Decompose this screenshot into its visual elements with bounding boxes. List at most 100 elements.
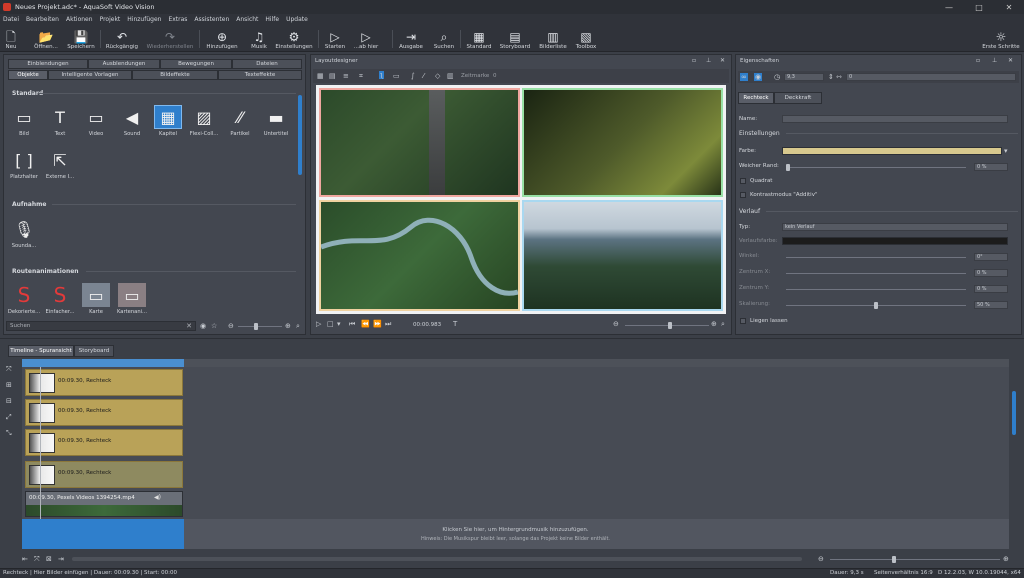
soft-edge-field[interactable]: 0 % [974, 163, 1008, 171]
add-button[interactable]: ⊕ Hinzufügen [204, 26, 240, 51]
tool-externe-import[interactable]: ⇱ Externe I... [43, 148, 77, 181]
keyframe-icon[interactable]: ◇ [435, 72, 440, 80]
menu-assistenten[interactable]: Assistenten [194, 16, 229, 23]
props-pin-icon[interactable]: ⊥ [992, 57, 997, 64]
fit-icon[interactable]: ⤧ [6, 365, 12, 373]
group-icon[interactable]: ⊞ [6, 381, 12, 389]
panel-pin-icon[interactable]: ⊥ [706, 57, 711, 64]
clip-rechteck-1[interactable]: 00:09.30, Rechteck [25, 369, 183, 396]
tab-bildeffekte[interactable]: Bildeffekte [132, 70, 218, 80]
tool-partikel[interactable]: ⁄⁄ Partikel [223, 105, 257, 138]
grid-icon[interactable]: ▦ [317, 72, 324, 80]
color-dropdown-icon[interactable]: ▾ [1004, 147, 1008, 155]
tab-rechteck[interactable]: Rechteck [738, 92, 774, 104]
panel-close-icon[interactable]: ✕ [720, 57, 725, 64]
eye-icon[interactable]: ◉ [200, 322, 206, 330]
type-select[interactable]: kein Verlauf [782, 223, 1008, 231]
ungroup-icon[interactable]: ⊟ [6, 397, 12, 405]
output-button[interactable]: ⇥ Ausgabe [397, 26, 425, 51]
timeline-zoom-knob[interactable] [892, 556, 896, 563]
tab-objekte[interactable]: Objekte [8, 70, 48, 80]
tool-platzhalter[interactable]: [ ] Platzhalter [7, 148, 41, 181]
soft-edge-knob[interactable] [786, 164, 790, 171]
timeline-ruler[interactable] [22, 359, 1009, 367]
toolbox-scrollbar[interactable] [298, 95, 302, 175]
center-y-field[interactable]: 0 % [974, 285, 1008, 293]
timeline-select-icon[interactable]: ⊠ [46, 555, 52, 563]
music-button[interactable]: ♫ Musik [248, 26, 270, 51]
tab-bewegungen[interactable]: Bewegungen [160, 59, 232, 69]
tool-flexi-collage[interactable]: ▨ Flexi-Coll... [187, 105, 221, 138]
timeline-vertical-scrollbar[interactable] [1012, 391, 1016, 435]
preview-search-icon[interactable]: ⌕ [721, 320, 725, 328]
preview-zoom-out-icon[interactable]: ⊖ [613, 320, 619, 328]
stop-icon[interactable]: □ [327, 320, 334, 328]
duration-field[interactable]: 9,3 [784, 73, 824, 81]
snap-icon[interactable]: ⌗ [359, 72, 363, 80]
panel-minimize-icon[interactable]: ▫ [692, 57, 696, 64]
align-icon[interactable]: ▤ [329, 72, 336, 80]
tab-texteffekte[interactable]: Texteffekte [218, 70, 302, 80]
tool-einfache-route[interactable]: S Einfacher... [43, 283, 77, 315]
timeline-end-icon[interactable]: ⇥ [58, 555, 64, 563]
tab-intelligente-vorlagen[interactable]: Intelligente Vorlagen [48, 70, 132, 80]
play-from-here-button[interactable]: ▷ ...ab hier [352, 26, 380, 51]
collapse-icon[interactable]: ⤡ [6, 429, 12, 437]
clip-video[interactable]: 00:09.30, Pexels Videos 1394254.mp4 ◀) [25, 491, 183, 517]
tool-dekorierte-route[interactable]: S Dekorierte... [7, 283, 41, 315]
spin-icon[interactable]: ⇕ [828, 73, 834, 81]
distribute-icon[interactable]: ≡ [343, 72, 349, 80]
tool-kapitel[interactable]: ▦ Kapitel [151, 105, 185, 137]
clear-search-icon[interactable]: ✕ [186, 322, 192, 330]
center-x-field[interactable]: 0 % [974, 269, 1008, 277]
expand-icon[interactable]: ⤢ [6, 413, 12, 421]
menu-aktionen[interactable]: Aktionen [66, 16, 93, 23]
menu-bearbeiten[interactable]: Bearbeiten [26, 16, 59, 23]
preview-zoom-slider[interactable] [625, 325, 709, 326]
menu-datei[interactable]: Datei [3, 16, 19, 23]
maximize-button[interactable]: □ [964, 0, 994, 14]
toolbox-button[interactable]: ▧ Toolbox [573, 26, 599, 51]
curve-icon[interactable]: ∫ [411, 72, 415, 80]
timeline-zoom-out-icon[interactable]: ⊖ [818, 555, 824, 563]
timeline-start-icon[interactable]: ⇤ [22, 555, 28, 563]
start-button[interactable]: ▷ Starten [323, 26, 347, 51]
timeline-horizontal-scrollbar[interactable] [72, 557, 802, 561]
gradient-color-swatch[interactable] [782, 237, 1008, 245]
zoom-in-icon[interactable]: ⊕ [285, 322, 291, 330]
search-button[interactable]: ⌕ Suchen [432, 26, 456, 51]
timeline-zoom-in-icon[interactable]: ⊕ [1003, 555, 1009, 563]
search-zoom-icon[interactable]: ⌕ [296, 322, 300, 330]
open-button[interactable]: 📂 Öffnen... [32, 26, 60, 51]
tool-untertitel[interactable]: ▬ Untertitel [259, 105, 293, 138]
image-list-button[interactable]: ▥ Bilderliste [537, 26, 569, 51]
props-minimize-icon[interactable]: ▫ [976, 57, 980, 64]
clip-rechteck-3[interactable]: 00:09.30, Rechteck [25, 429, 183, 456]
tool-karte[interactable]: ▭ Karte [79, 283, 113, 315]
timeline-zoom-slider[interactable] [830, 559, 1000, 560]
square-checkbox[interactable] [740, 178, 746, 184]
color-swatch[interactable] [782, 147, 1002, 155]
tool-soundaufnahme[interactable]: 🎙 Sounda... [7, 217, 41, 250]
name-input[interactable] [782, 115, 1008, 123]
toolbox-zoom-slider[interactable] [238, 326, 282, 327]
center-y-slider[interactable] [786, 289, 966, 290]
close-button[interactable]: ✕ [994, 0, 1024, 14]
playhead-line[interactable] [40, 367, 41, 519]
menu-projekt[interactable]: Projekt [100, 16, 121, 23]
timeline-fit-icon[interactable]: ⤧ [34, 555, 40, 563]
video-audio-icon[interactable]: ◀) [154, 494, 161, 501]
layout-standard-button[interactable]: ▦ Standard [465, 26, 493, 51]
line-icon[interactable]: ⁄ [423, 72, 424, 80]
lying-checkbox[interactable] [740, 318, 746, 324]
center-x-slider[interactable] [786, 273, 966, 274]
toolbox-zoom-knob[interactable] [254, 323, 258, 330]
preview-image-mountain-forest[interactable] [522, 200, 723, 311]
skip-end-icon[interactable]: ⏭ [385, 320, 391, 328]
zoom-out-icon[interactable]: ⊖ [228, 322, 234, 330]
first-steps-button[interactable]: ☼ Erste Schritte [982, 26, 1020, 51]
layers-icon[interactable]: ▥ [447, 72, 454, 80]
redo-button[interactable]: ↷ Wiederherstellen [146, 26, 194, 51]
menu-hinzufuegen[interactable]: Hinzufügen [127, 16, 161, 23]
frame-icon[interactable]: ▭ [393, 72, 400, 80]
